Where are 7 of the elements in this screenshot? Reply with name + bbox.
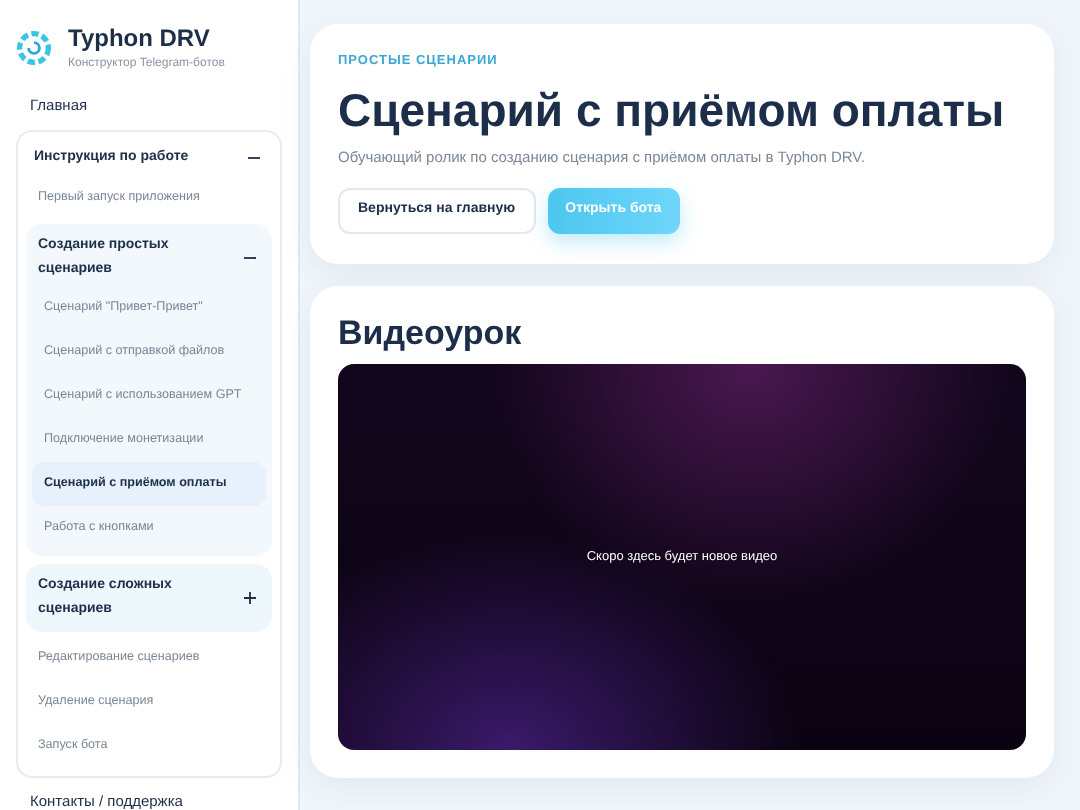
brand-title: Typhon DRV — [68, 22, 212, 56]
plus-icon — [244, 592, 256, 604]
logo-icon — [16, 29, 52, 65]
section-title: Видеоурок — [338, 314, 524, 354]
page-title: Сценарий с приёмом оплаты — [338, 81, 1007, 140]
minus-icon — [244, 252, 256, 264]
minus-icon — [248, 152, 260, 164]
